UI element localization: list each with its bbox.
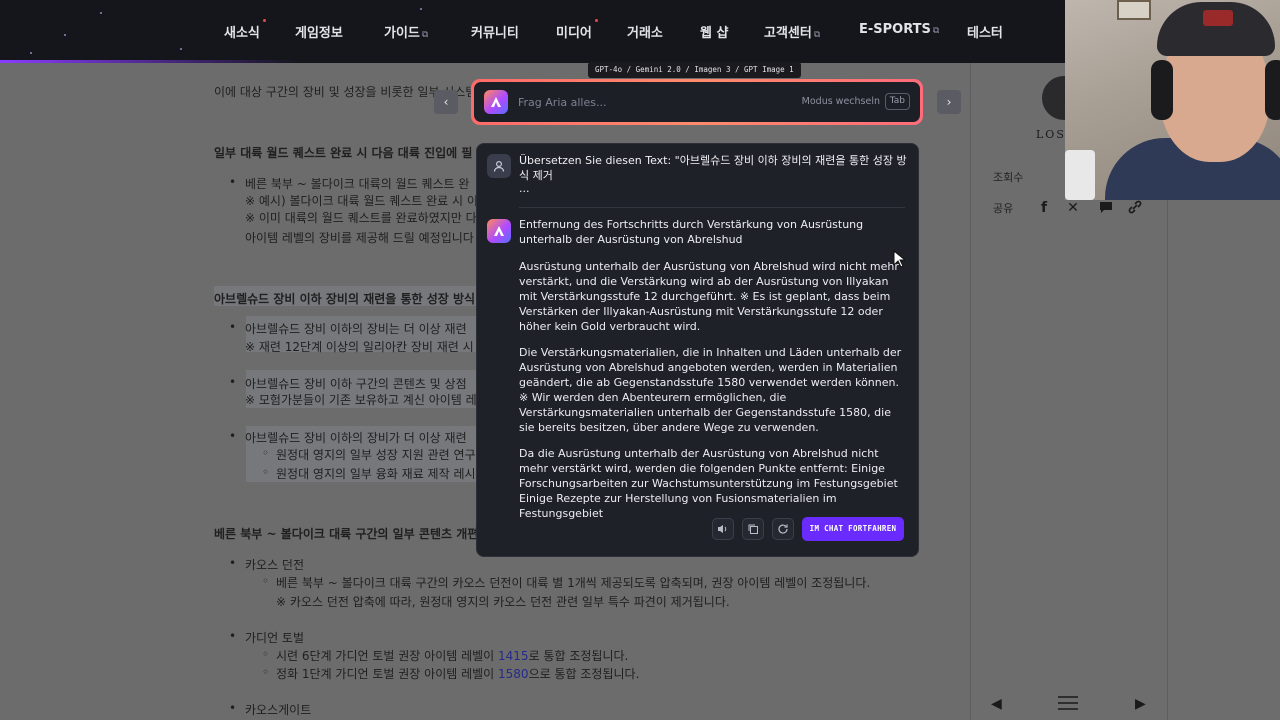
prev-arrow-button[interactable]: ‹ bbox=[434, 90, 458, 114]
nav-item-esports[interactable]: E-SPORTS ⧉ bbox=[859, 22, 939, 37]
list-note: ※ 재련 12단계 이상의 일리아칸 장비 재련 시 bbox=[245, 340, 474, 354]
aria-search-inner: Modus wechseln Tab bbox=[474, 82, 920, 122]
headphone-right bbox=[1265, 60, 1280, 120]
microphone bbox=[1065, 150, 1095, 200]
cap-logo bbox=[1203, 10, 1233, 26]
user-message-ellipsis: ... bbox=[519, 182, 530, 195]
list-subitem: 원정대 영지의 일부 성장 지원 관련 연구 bbox=[262, 446, 475, 463]
list-note: ※ 이미 대륙의 월드 퀘스트를 완료하였지만 다 bbox=[245, 211, 477, 225]
ai-response-paragraph: Da die Ausrüstung unterhalb der Ausrüstu… bbox=[519, 447, 898, 520]
ai-response-paragraph: Ausrüstung unterhalb der Ausrüstung von … bbox=[519, 260, 899, 333]
list-subitem: 정화 1단계 가디언 토벌 권장 아이템 레벨이 1580으로 통합 조정됩니다… bbox=[262, 665, 639, 682]
link-icon[interactable] bbox=[1126, 199, 1144, 217]
section-heading: 아브렐슈드 장비 이하 장비의 재련을 통한 성장 방식 bbox=[214, 292, 476, 306]
aria-search-bar: Modus wechseln Tab bbox=[471, 79, 923, 125]
speaker-icon[interactable] bbox=[712, 518, 734, 540]
nav-item-support[interactable]: 고객센터 ⧉ bbox=[764, 22, 820, 41]
nav-item-game-info[interactable]: 게임정보 bbox=[295, 22, 343, 41]
nav-item-guide[interactable]: 가이드 ⧉ bbox=[384, 22, 428, 41]
list-subitem: 베른 북부 ~ 볼다이크 대륙 구간의 카오스 던전이 대륙 별 1개씩 제공되… bbox=[262, 574, 870, 591]
next-arrow-button[interactable]: › bbox=[937, 90, 961, 114]
wall-picture bbox=[1117, 0, 1151, 20]
list-item: 아브렐슈드 장비 이하의 장비는 더 이상 재련 bbox=[229, 320, 467, 337]
list-subitem: 원정대 영지의 일부 융화 재료 제작 레시 bbox=[262, 465, 475, 482]
nav-item-community[interactable]: 커뮤니티 bbox=[471, 22, 519, 41]
top-navigation: 새소식 게임정보 가이드 ⧉ 커뮤니티 미디어 거래소 웹 샵 고객센터 ⧉ E-S… bbox=[0, 0, 1065, 63]
nav-item-tester[interactable]: 테스터 bbox=[967, 22, 1003, 41]
external-link-icon: ⧉ bbox=[932, 26, 940, 36]
list-item: 아브렐슈드 장비 이하의 장비가 더 이상 재련 bbox=[229, 429, 467, 446]
chat-divider bbox=[519, 207, 905, 208]
list-item: 카오스 던전 bbox=[229, 556, 304, 573]
mode-switch-label[interactable]: Modus wechseln bbox=[802, 96, 880, 107]
next-page-icon[interactable]: ▶ bbox=[1135, 696, 1146, 712]
section-heading: 일부 대륙 월드 퀘스트 완료 시 다음 대륙 진입에 필 bbox=[214, 146, 473, 160]
continue-in-chat-button[interactable]: IM CHAT FORTFAHREN bbox=[802, 517, 904, 541]
list-note: 아이템 레벨의 장비를 제공해 드릴 예정입니다 bbox=[245, 231, 474, 245]
list-note: ※ 모험가분들이 기존 보유하고 계신 아이템 레 bbox=[245, 393, 477, 407]
share-label: 공유 bbox=[993, 202, 1014, 215]
chat-bubble-icon[interactable] bbox=[1097, 199, 1115, 217]
x-twitter-icon[interactable]: ✕ bbox=[1064, 199, 1082, 217]
list-item: 카오스게이트 bbox=[229, 701, 311, 718]
nav-item-media[interactable]: 미디어 bbox=[556, 19, 598, 41]
mouse-cursor-icon bbox=[893, 250, 905, 268]
aria-avatar-icon bbox=[487, 219, 511, 243]
webcam-feed bbox=[1065, 0, 1280, 200]
aria-search-input[interactable] bbox=[518, 90, 788, 114]
list-subitem: 시련 6단계 가디언 토벌 권장 아이템 레벨이 1415로 통합 조정됩니다. bbox=[262, 647, 628, 664]
model-tag: GPT-4o / Gemini 2.0 / Imagen 3 / GPT Ima… bbox=[588, 62, 801, 78]
ai-response-title: Entfernung des Fortschritts durch Verstä… bbox=[519, 218, 864, 246]
nav-item-webshop[interactable]: 웹 샵 bbox=[700, 22, 728, 41]
prev-page-icon[interactable]: ◀ bbox=[991, 696, 1002, 712]
headphone-left bbox=[1151, 60, 1173, 120]
copy-icon[interactable] bbox=[742, 518, 764, 540]
nav-item-market[interactable]: 거래소 bbox=[627, 22, 663, 41]
external-link-icon: ⧉ bbox=[421, 30, 429, 40]
views-label: 조회수 bbox=[993, 171, 1024, 184]
list-item: 아브렐슈드 장비 이하 구간의 콘텐츠 및 상점 bbox=[229, 375, 467, 392]
aria-logo-icon bbox=[484, 90, 508, 114]
user-message: Übersetzen Sie diesen Text: "아브렐슈드 장비 이하… bbox=[519, 154, 907, 182]
nav-item-news[interactable]: 새소식 bbox=[224, 19, 266, 41]
ai-response-paragraph: Die Verstärkungsmaterialien, die in Inha… bbox=[519, 346, 902, 434]
menu-icon[interactable] bbox=[1058, 696, 1078, 714]
tab-key-hint: Tab bbox=[884, 93, 910, 110]
external-link-icon: ⧉ bbox=[813, 30, 821, 40]
aria-chat-panel: Übersetzen Sie diesen Text: "아브렐슈드 장비 이하… bbox=[476, 143, 919, 557]
facebook-icon[interactable]: f bbox=[1035, 199, 1053, 217]
list-item: 가디언 토벌 bbox=[229, 629, 304, 646]
user-avatar-icon bbox=[487, 154, 511, 178]
list-note: ※ 예시) 볼다이크 대륙 월드 퀘스트 완료 시 이 bbox=[245, 194, 478, 208]
refresh-icon[interactable] bbox=[772, 518, 794, 540]
list-note: ※ 카오스 던전 압축에 따라, 원정대 영지의 카오스 던전 관련 일부 특수… bbox=[276, 595, 730, 609]
section-heading: 베른 북부 ~ 볼다이크 대륙 구간의 일부 콘텐츠 개편 bbox=[214, 527, 479, 541]
list-item: 베른 북부 ~ 볼다이크 대륙의 월드 퀘스트 완 bbox=[229, 175, 469, 192]
